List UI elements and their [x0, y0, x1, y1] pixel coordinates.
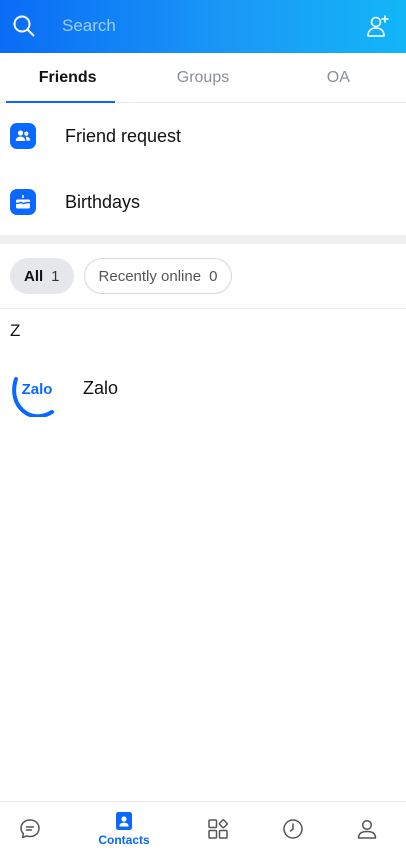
friend-request-row[interactable]: Friend request [0, 103, 406, 169]
nav-profile[interactable] [337, 802, 397, 855]
contacts-icon [116, 812, 132, 830]
filter-all-chip[interactable]: All 1 [10, 258, 74, 294]
tab-groups[interactable]: Groups [135, 53, 270, 102]
nav-timeline[interactable] [263, 802, 323, 855]
filter-recent-chip[interactable]: Recently online 0 [83, 258, 233, 294]
contacts-screen: Friends Groups OA Friend request Birthda… [0, 0, 406, 855]
add-user-icon[interactable] [364, 12, 392, 40]
birthdays-row[interactable]: Birthdays [0, 169, 406, 235]
tab-oa[interactable]: OA [271, 53, 406, 102]
search-icon[interactable] [12, 14, 36, 38]
divider [0, 308, 406, 309]
zalo-avatar: Zalo [12, 377, 54, 417]
filter-all-label: All [24, 267, 44, 285]
contact-name: Zalo [83, 378, 119, 398]
clock-icon [283, 819, 303, 839]
contact-tabs: Friends Groups OA [0, 53, 406, 103]
nav-discover[interactable] [188, 802, 248, 855]
filter-recent-label: Recently online [98, 267, 202, 285]
nav-contacts-label: Contacts [98, 833, 150, 847]
tab-friends[interactable]: Friends [0, 53, 135, 103]
nav-contacts[interactable]: Contacts [94, 802, 154, 855]
filter-recent-count: 0 [209, 267, 218, 285]
bottom-nav: Contacts [0, 801, 406, 855]
filter-chips: All 1 Recently online 0 [10, 258, 233, 294]
header-bar [0, 0, 406, 53]
cake-icon [10, 189, 36, 215]
birthdays-label: Birthdays [65, 191, 141, 212]
section-gap [0, 235, 406, 244]
contact-list-item[interactable]: Zalo Zalo [0, 361, 406, 417]
nav-messages[interactable] [0, 802, 60, 855]
profile-icon [357, 819, 377, 839]
users-icon [10, 123, 36, 149]
friend-request-label: Friend request [65, 125, 182, 146]
chat-icon [20, 819, 40, 839]
search-input[interactable] [62, 13, 342, 39]
avatar-text: Zalo [22, 381, 53, 398]
filter-all-count: 1 [51, 267, 60, 285]
apps-icon [208, 819, 228, 839]
section-letter: Z [10, 321, 21, 340]
